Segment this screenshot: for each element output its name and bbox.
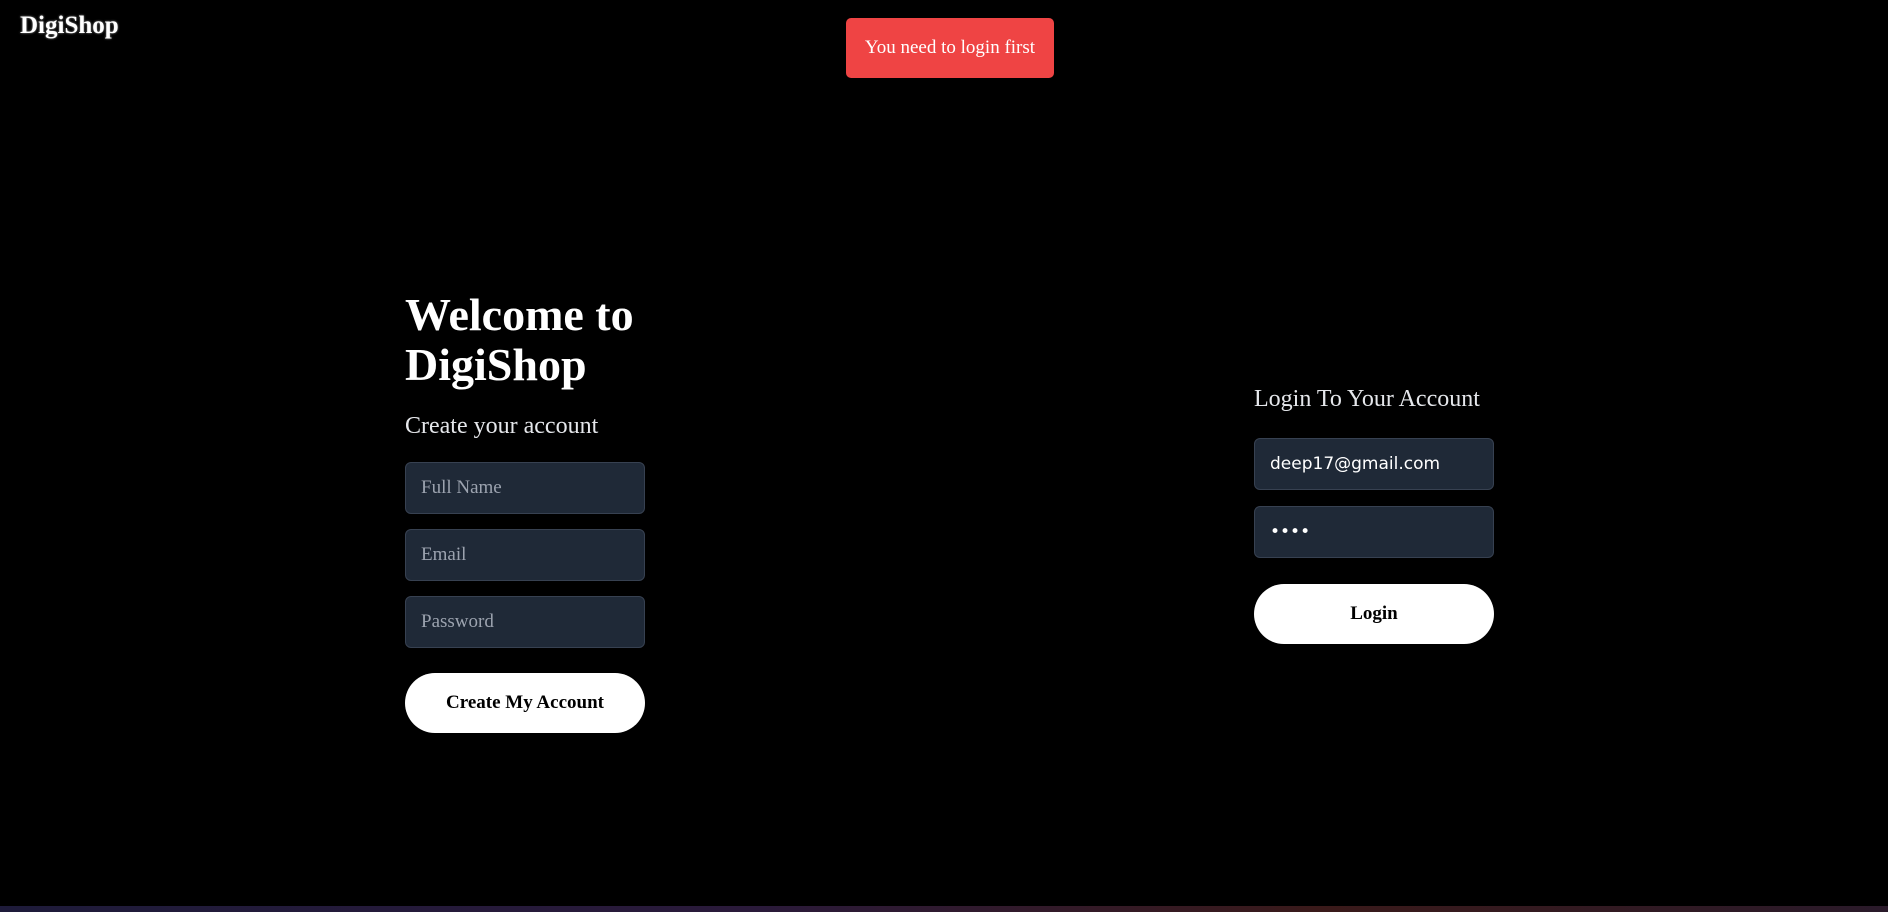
login-section: Login To Your Account Login <box>1254 384 1514 644</box>
login-button[interactable]: Login <box>1254 584 1494 644</box>
signup-section: Welcome to DigiShop Create your account … <box>405 290 705 733</box>
bottom-edge-bar <box>0 906 1888 912</box>
brand-logo[interactable]: DigiShop <box>20 11 119 41</box>
create-account-button[interactable]: Create My Account <box>405 673 645 733</box>
login-heading: Login To Your Account <box>1254 386 1480 412</box>
welcome-heading: Welcome to DigiShop <box>405 289 634 390</box>
login-required-toast: You need to login first <box>846 18 1054 78</box>
login-password-input[interactable] <box>1254 506 1494 558</box>
signup-email-input[interactable] <box>405 529 645 581</box>
signup-password-input[interactable] <box>405 596 645 648</box>
full-name-input[interactable] <box>405 462 645 514</box>
toast-message: You need to login first <box>864 37 1036 58</box>
login-email-input[interactable] <box>1254 438 1494 490</box>
page: DigiShop You need to login first Welcome… <box>0 0 1888 912</box>
signup-subtitle: Create your account <box>405 413 599 439</box>
